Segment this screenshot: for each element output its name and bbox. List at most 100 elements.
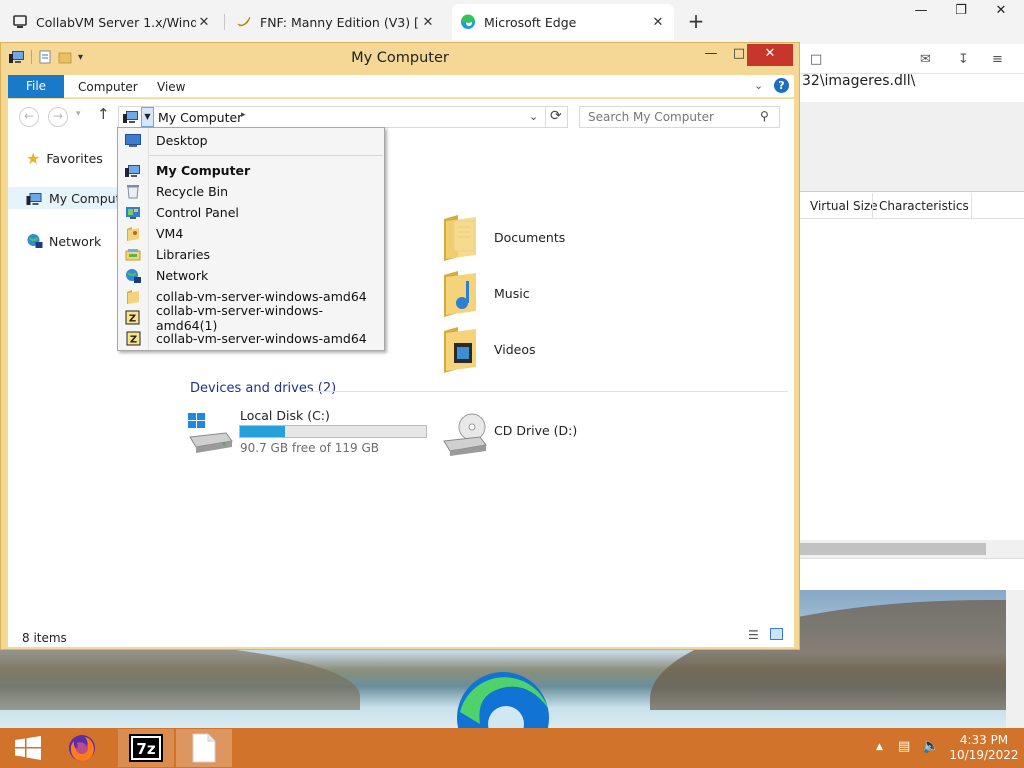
close-icon[interactable]: ✕ — [420, 15, 436, 30]
sidebar-item-label: Network — [49, 233, 102, 249]
network-icon — [27, 234, 43, 248]
volume-icon[interactable]: 🔈 — [922, 738, 939, 754]
videos-folder-icon — [444, 327, 476, 373]
address-text: My Computer — [158, 110, 243, 125]
drive-free-space: 90.7 GB free of 119 GB — [240, 441, 379, 455]
sidebar-item-my-computer[interactable]: My Compute — [26, 191, 128, 206]
window-title: My Computer — [351, 50, 449, 66]
collabvm-icon — [13, 15, 27, 28]
svg-text:7z: 7z — [136, 740, 155, 758]
folder-label: Music — [494, 285, 530, 301]
recent-locations-icon[interactable]: ▾ — [76, 109, 81, 119]
vertical-scrollbar[interactable] — [1006, 590, 1024, 728]
menu-icon[interactable]: ≡ — [992, 52, 1003, 67]
forward-button[interactable]: → — [48, 107, 68, 127]
folder-videos[interactable]: Videos — [440, 325, 536, 373]
edge-logo-icon — [456, 668, 550, 730]
menu-item[interactable]: Network — [118, 265, 384, 286]
column-divider — [971, 193, 972, 219]
menu-item[interactable]: Control Panel — [118, 202, 384, 223]
clock-date: 10/19/2022 — [949, 748, 1019, 762]
back-button[interactable]: ← — [19, 107, 39, 127]
folder-icon — [118, 289, 148, 304]
menu-item[interactable]: My Computer — [118, 160, 384, 181]
ribbon-tabs: File Computer View ⌄ ? — [8, 75, 794, 98]
drive-cd[interactable]: CD Drive (D:) — [440, 411, 600, 457]
sidebar-item-favorites[interactable]: ★ Favorites — [26, 149, 103, 168]
browser-restore-button[interactable]: ❐ — [944, 0, 978, 22]
menu-item-desktop[interactable]: Desktop — [118, 130, 384, 151]
menu-separator — [149, 155, 383, 156]
taskbar-firefox[interactable] — [54, 729, 110, 767]
menu-item[interactable]: Recycle Bin — [118, 181, 384, 202]
close-icon[interactable]: ✕ — [650, 15, 666, 30]
tab-view[interactable]: View — [157, 80, 185, 94]
edge-icon — [460, 14, 475, 29]
menu-item[interactable]: Libraries — [118, 244, 384, 265]
close-icon[interactable]: ✕ — [196, 15, 212, 30]
menu-item[interactable]: Zcollab-vm-server-windows-amd64(1) — [118, 303, 384, 333]
group-header-devices[interactable]: Devices and drives (2) — [190, 381, 336, 396]
refresh-icon[interactable]: ⟳ — [550, 108, 562, 124]
start-button[interactable] — [0, 729, 56, 767]
download-icon[interactable]: ↧ — [958, 52, 969, 67]
browser-tab-edge[interactable]: Microsoft Edge ✕ — [452, 4, 674, 40]
7zip-icon: Z — [118, 310, 148, 325]
browser-tab-fnf[interactable]: FNF: Manny Edition (V3) [Friday ✕ — [228, 4, 444, 40]
user-folder-icon — [118, 226, 148, 241]
scrollbar-thumb[interactable] — [800, 543, 986, 555]
local-disk-icon — [188, 413, 233, 453]
search-input[interactable]: Search My Computer — [579, 106, 780, 128]
title-bar[interactable]: ▾ My Computer — □ ✕ — [1, 43, 799, 73]
drive-usage-bar — [239, 425, 427, 438]
large-icons-view-icon[interactable] — [770, 628, 783, 640]
menu-item-label: collab-vm-server-windows-amd64 — [156, 331, 367, 346]
search-icon[interactable]: ⚲ — [760, 109, 769, 123]
taskbar-notepad[interactable] — [176, 729, 232, 767]
taskbar-7zip[interactable]: 7z — [118, 729, 174, 767]
computer-icon — [26, 192, 42, 205]
browser-close-button[interactable]: ✕ — [984, 0, 1018, 22]
menu-item[interactable]: VM4 — [118, 223, 384, 244]
browser-minimize-button[interactable]: — — [904, 0, 938, 22]
star-icon: ★ — [26, 149, 41, 168]
breadcrumb-arrow-icon[interactable]: ▸ — [241, 110, 246, 120]
horizontal-scrollbar[interactable] — [800, 540, 1024, 558]
sidebar-item-network[interactable]: Network — [26, 233, 101, 249]
new-tab-button[interactable]: + — [684, 10, 708, 34]
column-divider — [872, 193, 873, 219]
details-view-icon[interactable]: ☰ — [748, 628, 759, 642]
tab-file[interactable]: File — [8, 75, 64, 98]
folder-music[interactable]: Music — [440, 269, 530, 317]
folder-label: Videos — [494, 341, 536, 357]
expand-ribbon-icon[interactable]: ⌄ — [754, 79, 763, 92]
browser-toolbar: □ ✉ ↧ ≡ — [800, 44, 1024, 74]
minimize-button[interactable]: — — [697, 44, 725, 66]
network-tray-icon[interactable]: ▤ — [898, 739, 910, 754]
clock[interactable]: 4:33 PM 10/19/2022 — [944, 733, 1024, 763]
mail-icon[interactable]: ✉ — [920, 52, 931, 67]
show-hidden-icons-icon[interactable]: ▲ — [876, 742, 883, 752]
column-header-virtual-size[interactable]: Virtual Size — [810, 199, 878, 213]
up-button[interactable]: ↑ — [97, 105, 110, 123]
column-header-characteristics[interactable]: Characteristics — [879, 199, 969, 213]
menu-item-label: Network — [156, 268, 209, 283]
documents-folder-icon — [444, 215, 476, 261]
7zip-icon: Z — [118, 331, 148, 346]
browser-tab-collabvm[interactable]: CollabVM Server 1.x/Windows P ✕ — [4, 4, 220, 40]
browser-tabstrip: CollabVM Server 1.x/Windows P ✕ FNF: Man… — [0, 0, 1024, 44]
tab-divider — [224, 14, 225, 30]
7zip-icon: 7z — [129, 734, 163, 762]
browser-panel — [800, 102, 1024, 192]
breadcrumb-dropdown-icon[interactable]: ▼ — [141, 107, 154, 127]
address-bar[interactable]: ▼ My Computer ▸ ⌄ ⟳ — [118, 106, 568, 128]
drive-local-disk[interactable]: Local Disk (C:) 90.7 GB free of 119 GB — [186, 408, 436, 457]
menu-item[interactable]: Zcollab-vm-server-windows-amd64 — [118, 328, 384, 349]
tab-strip-icon[interactable]: □ — [810, 52, 822, 67]
browser-tab-title: FNF: Manny Edition (V3) [Friday — [260, 14, 420, 30]
address-history-icon[interactable]: ⌄ — [529, 110, 538, 123]
close-button[interactable]: ✕ — [747, 44, 793, 66]
help-icon[interactable]: ? — [774, 78, 789, 93]
tab-computer[interactable]: Computer — [78, 80, 138, 94]
folder-documents[interactable]: Documents — [440, 213, 565, 261]
